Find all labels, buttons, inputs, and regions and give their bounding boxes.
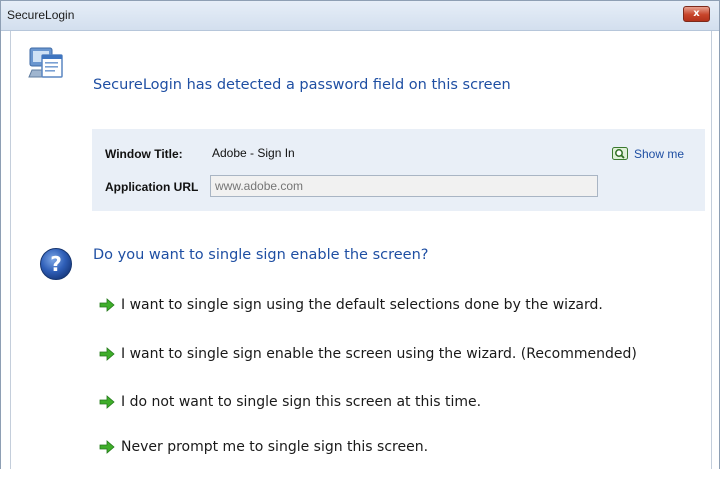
green-arrow-icon bbox=[99, 298, 115, 312]
option-label: Never prompt me to single sign this scre… bbox=[121, 439, 429, 455]
option-use-wizard[interactable]: I want to single sign enable the screen … bbox=[99, 344, 637, 364]
window-title-value: Adobe - Sign In bbox=[212, 146, 295, 160]
window-title: SecureLogin bbox=[7, 8, 75, 22]
magnifier-screen-icon bbox=[612, 147, 628, 160]
green-arrow-icon bbox=[99, 347, 115, 361]
green-arrow-icon bbox=[99, 440, 115, 454]
question-heading: Do you want to single sign enable the sc… bbox=[93, 247, 429, 263]
securelogin-window: SecureLogin x SecureLogin has detected a… bbox=[0, 0, 720, 469]
show-me-label: Show me bbox=[634, 147, 685, 161]
application-url-input[interactable] bbox=[210, 175, 598, 197]
close-button[interactable]: x bbox=[683, 6, 710, 22]
application-url-label: Application URL bbox=[105, 180, 199, 194]
option-label: I want to single sign using the default … bbox=[121, 297, 603, 313]
title-bar[interactable]: SecureLogin x bbox=[1, 1, 719, 31]
screen-info-panel: Window Title: Adobe - Sign In Applicatio… bbox=[92, 129, 705, 211]
svg-text:?: ? bbox=[50, 252, 62, 276]
option-label: I do not want to single sign this screen… bbox=[121, 394, 482, 410]
green-arrow-icon bbox=[99, 395, 115, 409]
option-default-selections[interactable]: I want to single sign using the default … bbox=[99, 295, 603, 315]
show-me-link[interactable]: Show me bbox=[612, 145, 684, 163]
question-circle-icon: ? bbox=[40, 248, 72, 280]
option-not-now[interactable]: I do not want to single sign this screen… bbox=[99, 392, 481, 412]
detect-heading: SecureLogin has detected a password fiel… bbox=[93, 77, 511, 93]
option-label: I want to single sign enable the screen … bbox=[121, 346, 637, 362]
window-title-label: Window Title: bbox=[105, 147, 183, 161]
option-never-prompt[interactable]: Never prompt me to single sign this scre… bbox=[99, 437, 428, 457]
monitor-window-icon bbox=[28, 47, 63, 78]
